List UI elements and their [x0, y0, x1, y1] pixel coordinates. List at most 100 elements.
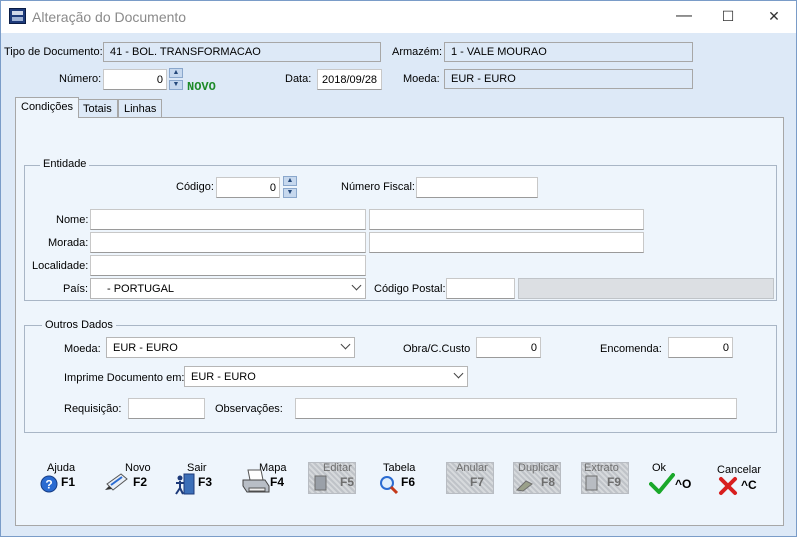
tipo-documento-field: 41 - BOL. TRANSFORMACAO	[103, 42, 381, 62]
pais-label: País:	[63, 283, 89, 295]
requisicao-input[interactable]	[128, 398, 205, 419]
codigo-spinner[interactable]: ▲ ▼	[283, 176, 297, 198]
moeda-label: Moeda:	[64, 343, 101, 355]
observacoes-input[interactable]	[295, 398, 737, 419]
moeda-header-field: EUR - EURO	[444, 69, 693, 89]
moeda-select[interactable]: EUR - EURO	[106, 337, 355, 358]
numero-label: Número:	[59, 73, 102, 85]
novo-key: F2	[133, 475, 148, 489]
numero-fiscal-input[interactable]	[416, 177, 538, 198]
cancelar-key: ^C	[741, 478, 757, 492]
imprime-documento-select[interactable]: EUR - EURO	[184, 366, 468, 387]
help-icon: ?	[40, 475, 58, 493]
close-button[interactable]: ✕	[751, 1, 797, 33]
chevron-down-icon	[340, 339, 351, 350]
mapa-button[interactable]: Mapa F4	[241, 462, 289, 496]
nome-label: Nome:	[56, 214, 89, 226]
tabela-key: F6	[401, 475, 416, 489]
ok-button[interactable]: Ok ^O	[649, 462, 695, 496]
codigo-input[interactable]: 0	[216, 177, 280, 198]
spin-up-icon[interactable]: ▲	[283, 176, 297, 186]
statement-icon	[585, 475, 598, 491]
numero-input[interactable]: 0	[103, 69, 167, 90]
checkmark-icon	[649, 473, 675, 494]
sair-key: F3	[198, 475, 213, 489]
maximize-button[interactable]: ☐	[705, 1, 751, 33]
obra-custo-input[interactable]: 0	[476, 337, 541, 358]
moeda-select-value: EUR - EURO	[113, 342, 178, 354]
ajuda-button[interactable]: Ajuda ? F1	[39, 462, 81, 496]
pais-select[interactable]: - PORTUGAL	[90, 278, 366, 299]
novo-button[interactable]: Novo F2	[103, 462, 151, 496]
requisicao-label: Requisição:	[64, 403, 122, 415]
codigo-label: Código:	[176, 181, 214, 193]
encomenda-input[interactable]: 0	[668, 337, 733, 358]
tab-condicoes[interactable]: Condições	[15, 97, 79, 118]
duplicar-key: F8	[541, 475, 556, 489]
anular-key: F7	[470, 475, 485, 489]
svg-text:?: ?	[45, 478, 52, 492]
armazem-field: 1 - VALE MOURAO	[444, 42, 693, 62]
localidade-label: Localidade:	[32, 260, 89, 272]
app-icon	[9, 8, 26, 24]
exit-door-icon	[175, 473, 195, 495]
minimize-button[interactable]: —	[661, 1, 707, 33]
chevron-down-icon	[453, 368, 464, 379]
ajuda-key: F1	[61, 475, 76, 489]
duplicar-caption: Duplicar	[518, 462, 559, 474]
moeda-header-label: Moeda:	[403, 73, 440, 85]
duplicar-button[interactable]: Duplicar F8	[513, 462, 561, 496]
spin-down-icon[interactable]: ▼	[169, 80, 183, 90]
tipo-documento-label: Tipo de Documento:	[4, 46, 103, 58]
ajuda-caption: Ajuda	[47, 462, 76, 474]
morada-label: Morada:	[48, 237, 89, 249]
nome2-input[interactable]	[369, 209, 644, 230]
printer-icon	[242, 469, 270, 493]
codigo-postal-input[interactable]	[446, 278, 515, 299]
numero-spinner[interactable]: ▲ ▼	[169, 68, 183, 90]
imprime-documento-label: Imprime Documento em:	[64, 372, 185, 384]
red-x-icon	[719, 477, 737, 495]
editar-button[interactable]: Editar F5	[308, 462, 356, 496]
outros-dados-legend: Outros Dados	[42, 319, 116, 331]
morada2-input[interactable]	[369, 232, 644, 253]
anular-button[interactable]: Anular F7	[446, 462, 494, 496]
extrato-button[interactable]: Extrato F9	[581, 462, 629, 496]
new-document-icon	[105, 473, 128, 491]
document-window: Alteração do Documento — ☐ ✕ Tipo de Doc…	[0, 0, 797, 537]
edit-icon	[314, 475, 327, 491]
tabela-button[interactable]: Tabela F6	[379, 462, 423, 496]
window-title: Alteração do Documento	[32, 9, 187, 25]
extrato-caption: Extrato	[584, 462, 619, 474]
tab-linhas[interactable]: Linhas	[118, 99, 163, 118]
armazem-label: Armazém:	[392, 46, 443, 58]
localidade-input[interactable]	[90, 255, 366, 276]
spin-up-icon[interactable]: ▲	[169, 68, 183, 78]
nome-input[interactable]	[90, 209, 366, 230]
spin-down-icon[interactable]: ▼	[283, 188, 297, 198]
sair-button[interactable]: Sair F3	[173, 462, 217, 496]
obra-custo-label: Obra/C.Custo	[403, 343, 471, 355]
pais-select-value: - PORTUGAL	[107, 283, 175, 295]
observacoes-label: Observações:	[215, 403, 283, 415]
mapa-key: F4	[270, 475, 285, 489]
ok-key: ^O	[675, 477, 692, 491]
numero-fiscal-label: Número Fiscal:	[341, 181, 415, 193]
duplicate-icon	[516, 480, 533, 492]
cancelar-caption: Cancelar	[717, 464, 762, 476]
magnifier-icon	[380, 476, 399, 495]
anular-caption: Anular	[456, 462, 488, 474]
title-bar[interactable]: Alteração do Documento — ☐ ✕	[1, 1, 796, 33]
data-input[interactable]: 2018/09/28	[317, 69, 382, 90]
editar-key: F5	[340, 475, 355, 489]
data-label: Data:	[285, 73, 312, 85]
chevron-down-icon	[351, 280, 362, 291]
editar-caption: Editar	[323, 462, 352, 474]
tabela-caption: Tabela	[383, 462, 416, 474]
encomenda-label: Encomenda:	[600, 343, 662, 355]
morada-input[interactable]	[90, 232, 366, 253]
codigo-postal-description	[518, 278, 774, 299]
cancelar-button[interactable]: Cancelar ^C	[715, 462, 767, 496]
imprime-select-value: EUR - EURO	[191, 371, 256, 383]
tab-totais[interactable]: Totais	[77, 99, 118, 118]
